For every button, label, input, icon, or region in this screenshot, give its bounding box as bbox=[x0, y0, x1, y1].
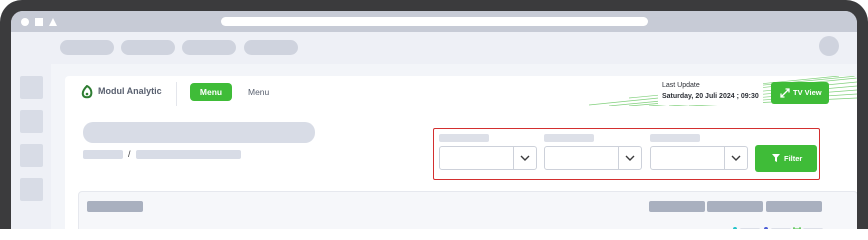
legend-label-placeholder bbox=[740, 228, 760, 229]
menu-tab-active[interactable]: Menu bbox=[190, 83, 232, 101]
filter-label-placeholder bbox=[439, 134, 489, 142]
profile-avatar[interactable] bbox=[819, 36, 839, 56]
page-title-placeholder bbox=[83, 122, 315, 143]
chevron-down-icon bbox=[513, 147, 536, 169]
menu-tab[interactable]: Menu bbox=[248, 87, 269, 97]
leaf-logo-icon bbox=[81, 85, 93, 99]
sidebar-item[interactable] bbox=[20, 76, 43, 99]
filter-label-placeholder bbox=[544, 134, 594, 142]
toolbar-pill[interactable] bbox=[244, 40, 298, 55]
last-update-value: Saturday, 20 Juli 2024 ; 09:30 bbox=[662, 93, 759, 100]
filter-select-1[interactable] bbox=[439, 146, 537, 170]
filter-select-3[interactable] bbox=[650, 146, 748, 170]
title-bar bbox=[11, 11, 857, 32]
sidebar-item[interactable] bbox=[20, 144, 43, 167]
card-title-placeholder bbox=[87, 201, 143, 212]
breadcrumb-separator: / bbox=[128, 149, 131, 159]
filter-label-placeholder bbox=[650, 134, 700, 142]
card-action-placeholder[interactable] bbox=[649, 201, 705, 212]
toolbar-pill[interactable] bbox=[121, 40, 175, 55]
device-frame: Modul Analytic Menu Menu Last Update Sat… bbox=[0, 0, 868, 229]
expand-arrows-icon bbox=[780, 88, 790, 98]
sidebar-item[interactable] bbox=[20, 110, 43, 133]
chevron-down-icon bbox=[618, 147, 641, 169]
legend-label-placeholder bbox=[803, 228, 823, 229]
legend-dot-blue bbox=[764, 227, 768, 229]
window-close-button[interactable] bbox=[21, 18, 29, 26]
brand-name: Modul Analytic bbox=[98, 86, 162, 96]
toolbar-pill[interactable] bbox=[60, 40, 114, 55]
filter-select-2[interactable] bbox=[544, 146, 642, 170]
filter-label: Filter bbox=[784, 154, 803, 163]
chart-card bbox=[78, 191, 857, 229]
last-update-label: Last Update bbox=[662, 82, 700, 89]
header-divider bbox=[176, 82, 177, 106]
filter-button[interactable]: Filter bbox=[755, 145, 817, 172]
card-action-placeholder[interactable] bbox=[766, 201, 822, 212]
browser-window: Modul Analytic Menu Menu Last Update Sat… bbox=[11, 11, 857, 229]
dashboard-panel: Modul Analytic Menu Menu Last Update Sat… bbox=[65, 76, 857, 229]
browser-toolbar bbox=[11, 32, 857, 64]
tv-view-button[interactable]: TV View bbox=[771, 82, 829, 104]
window-minimize-button[interactable] bbox=[49, 18, 57, 26]
address-bar[interactable] bbox=[221, 17, 648, 26]
legend-dot-teal bbox=[733, 227, 737, 229]
toolbar-pill[interactable] bbox=[182, 40, 236, 55]
breadcrumb-item-placeholder[interactable] bbox=[136, 150, 241, 159]
window-maximize-button[interactable] bbox=[35, 18, 43, 26]
main-content: Modul Analytic Menu Menu Last Update Sat… bbox=[51, 64, 857, 229]
breadcrumb-item-placeholder[interactable] bbox=[83, 150, 123, 159]
card-action-placeholder[interactable] bbox=[707, 201, 763, 212]
sidebar bbox=[11, 64, 51, 229]
chevron-down-icon bbox=[724, 147, 747, 169]
tv-view-label: TV View bbox=[793, 88, 822, 97]
legend-marker-green bbox=[793, 227, 801, 229]
legend-label-placeholder bbox=[771, 228, 791, 229]
funnel-icon bbox=[772, 154, 780, 162]
sidebar-item[interactable] bbox=[20, 178, 43, 201]
